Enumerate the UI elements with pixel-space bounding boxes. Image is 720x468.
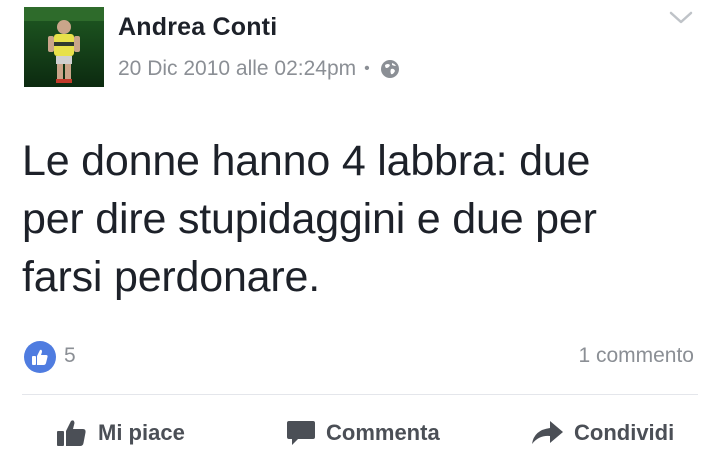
avatar[interactable] <box>24 7 104 87</box>
post-message: Le donne hanno 4 labbra: due per dire st… <box>22 132 702 306</box>
message-line: per dire stupidaggini e due per <box>22 195 597 243</box>
like-count[interactable]: 5 <box>64 344 76 368</box>
divider <box>22 394 698 395</box>
like-button-label: Mi piace <box>98 420 185 445</box>
message-line: Le donne hanno 4 labbra: due <box>22 137 591 185</box>
facebook-post: Andrea Conti 20 Dic 2010 alle 02:24pm • … <box>0 0 720 468</box>
share-button-label: Condividi <box>574 420 675 445</box>
globe-icon <box>380 59 400 79</box>
comment-button[interactable]: Commenta <box>286 413 440 453</box>
thumbs-up-icon <box>57 420 86 446</box>
share-button[interactable]: Condividi <box>530 413 674 453</box>
share-arrow-icon <box>532 421 563 444</box>
post-timestamp[interactable]: 20 Dic 2010 alle 02:24pm <box>118 57 356 81</box>
comment-count-link[interactable]: 1 commento <box>578 344 694 368</box>
like-button[interactable]: Mi piace <box>56 413 185 453</box>
comment-button-label: Commenta <box>326 420 440 445</box>
comment-icon <box>287 421 315 445</box>
author-name[interactable]: Andrea Conti <box>118 13 277 42</box>
thumbs-up-icon[interactable] <box>24 341 56 373</box>
chevron-down-icon[interactable] <box>668 8 694 28</box>
meta-separator: • <box>364 60 370 77</box>
post-meta: 20 Dic 2010 alle 02:24pm • <box>118 55 400 83</box>
message-line: farsi perdonare. <box>22 253 320 301</box>
avatar-photo <box>24 7 104 87</box>
